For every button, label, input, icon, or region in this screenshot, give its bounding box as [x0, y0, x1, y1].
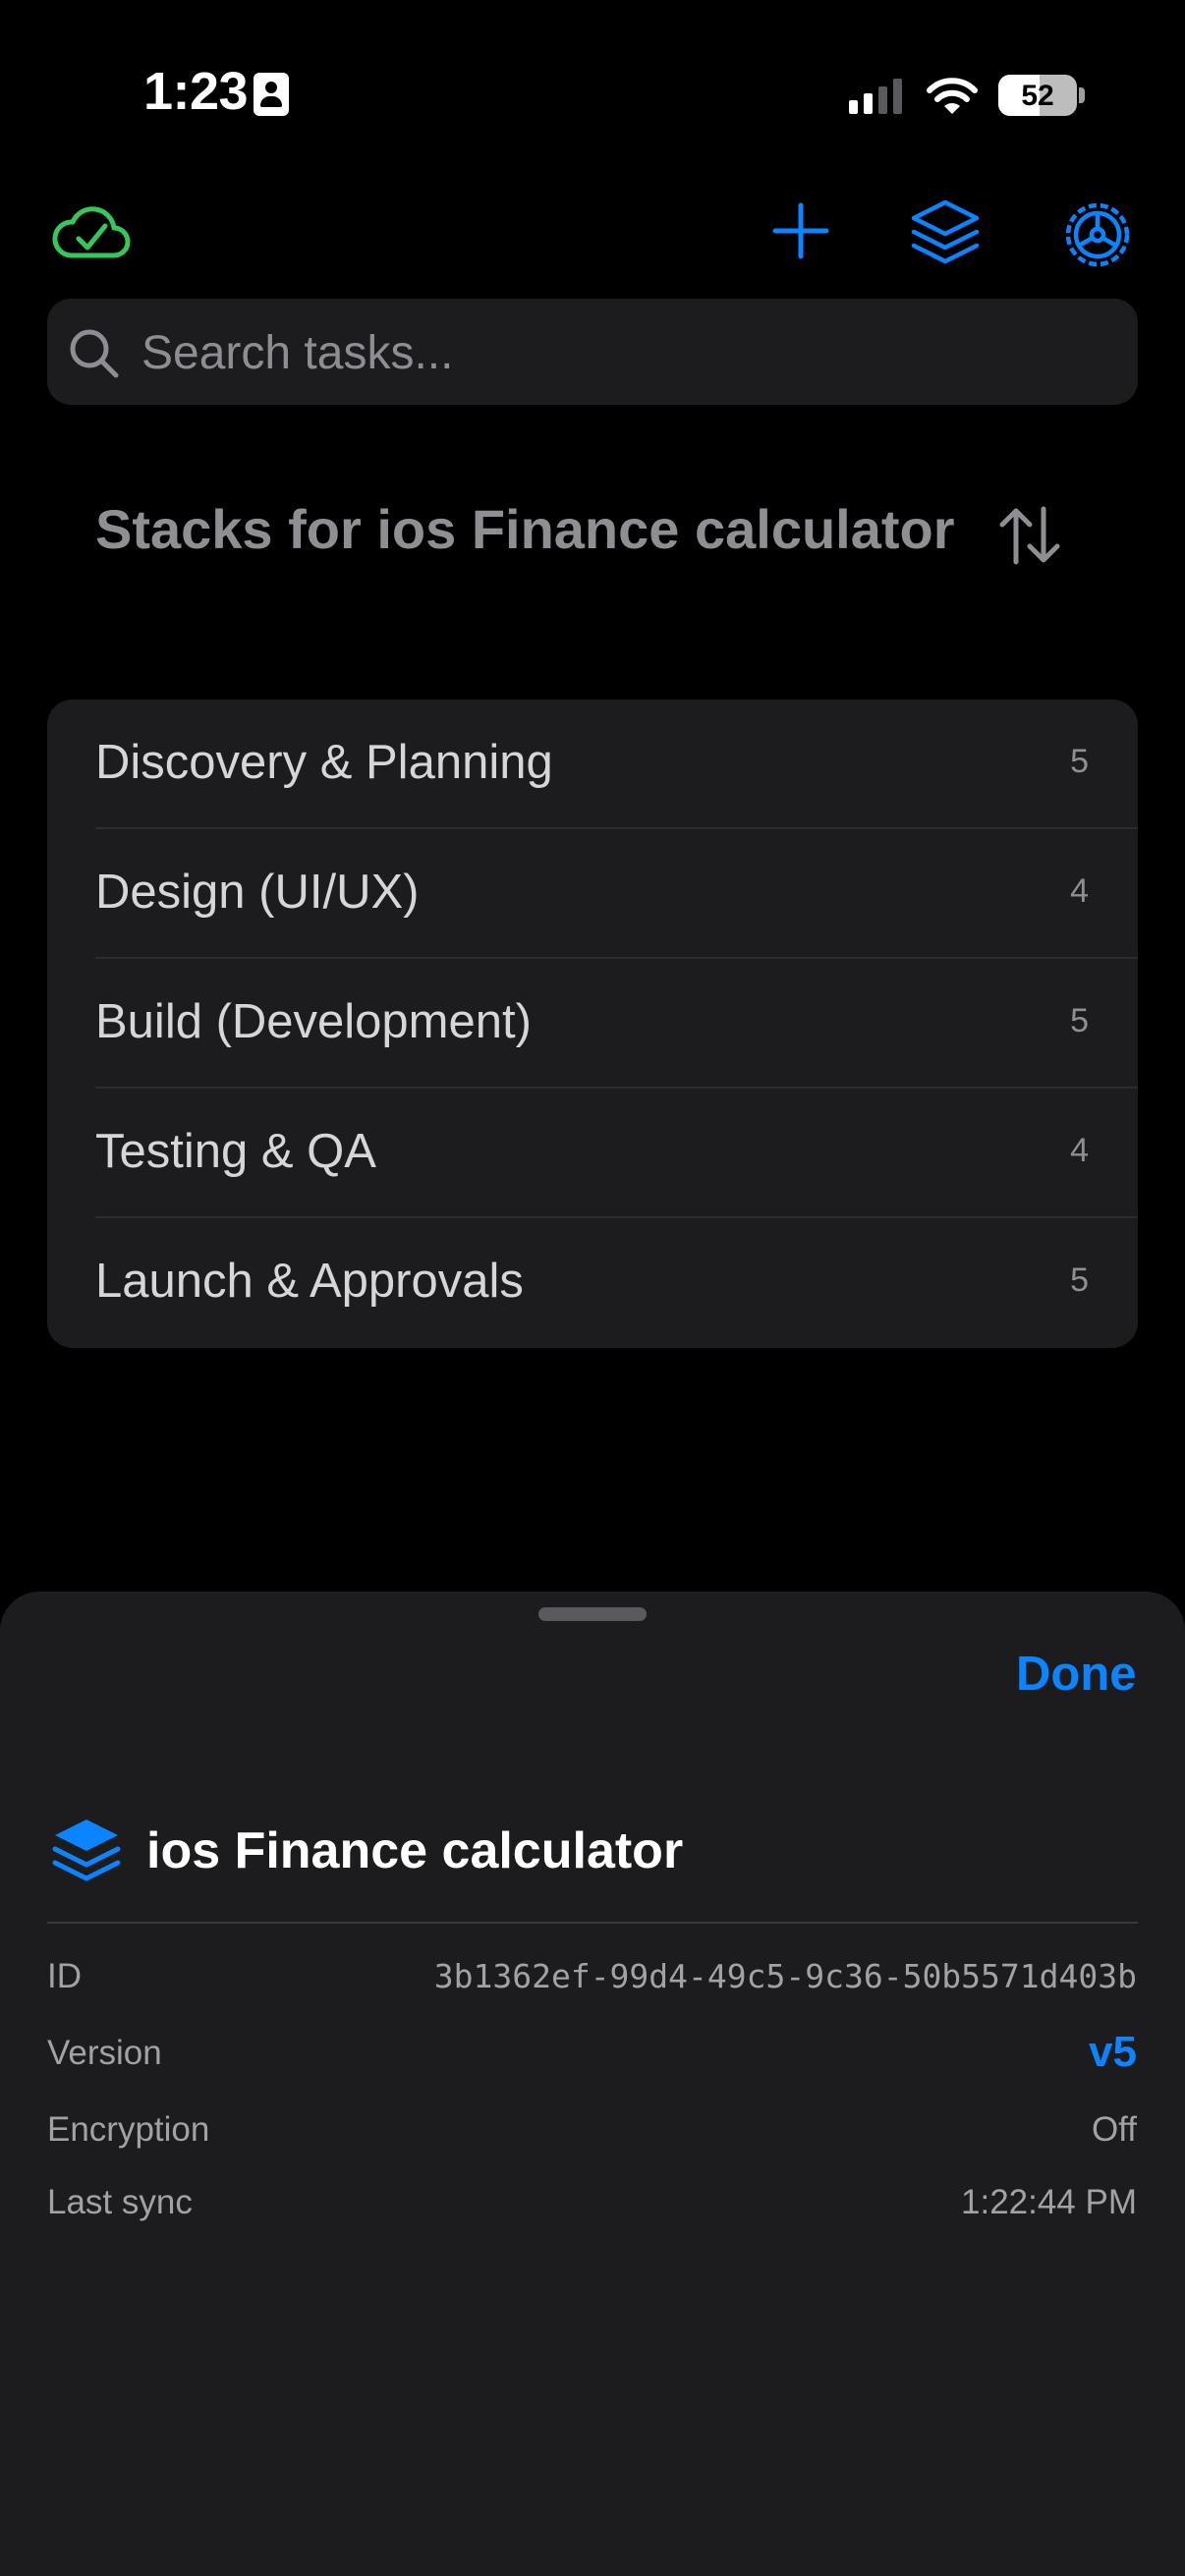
sheet-grabber[interactable] — [538, 1607, 647, 1621]
battery-level: 52 — [1021, 80, 1054, 112]
contact-card-icon — [254, 73, 289, 116]
stack-layers-icon[interactable] — [908, 196, 983, 271]
search-input[interactable] — [140, 299, 1106, 407]
stack-row[interactable]: Discovery & Planning 5 — [47, 700, 1138, 829]
gear-icon[interactable] — [1061, 198, 1134, 271]
stack-label: Build (Development) — [95, 995, 532, 1048]
encryption-value: Off — [1091, 2110, 1137, 2149]
project-name: ios Finance calculator — [146, 1822, 684, 1879]
search-field[interactable] — [47, 299, 1138, 407]
stack-count: 4 — [1070, 872, 1089, 910]
id-label: ID — [47, 1957, 82, 1995]
last-sync-value: 1:22:44 PM — [961, 2183, 1137, 2221]
stacks-list: Discovery & Planning 5 Design (UI/UX) 4 … — [47, 700, 1138, 1348]
last-sync-label: Last sync — [47, 2183, 193, 2221]
stack-row[interactable]: Testing & QA 4 — [47, 1089, 1138, 1218]
version-value[interactable]: v5 — [1089, 2028, 1137, 2077]
stack-count: 5 — [1070, 1261, 1089, 1299]
sheet-divider — [47, 1922, 1138, 1924]
version-label: Version — [47, 2034, 162, 2072]
battery-icon: 52 — [998, 75, 1077, 116]
encryption-label: Encryption — [47, 2110, 210, 2149]
stack-label: Design (UI/UX) — [95, 866, 420, 919]
stack-count: 5 — [1070, 743, 1089, 780]
stack-count: 4 — [1070, 1132, 1089, 1169]
cellular-signal-icon — [849, 79, 908, 114]
sort-arrows-icon[interactable] — [998, 505, 1061, 566]
id-value: 3b1362ef-99d4-49c5-9c36-50b5571d403b — [433, 1957, 1137, 1995]
status-time: 1:23 — [143, 62, 249, 121]
stack-count: 5 — [1070, 1002, 1089, 1039]
cloud-check-icon[interactable] — [51, 202, 132, 261]
search-icon — [70, 329, 119, 378]
battery-cap — [1079, 87, 1085, 103]
page-title: Stacks for ios Finance calculator — [95, 498, 955, 560]
stack-label: Testing & QA — [95, 1125, 376, 1178]
project-info-sheet — [0, 1592, 1185, 2576]
stack-row[interactable]: Build (Development) 5 — [47, 959, 1138, 1089]
plus-icon[interactable] — [772, 202, 829, 259]
project-stack-icon — [52, 1820, 121, 1881]
stack-row[interactable]: Design (UI/UX) 4 — [47, 829, 1138, 959]
stack-label: Launch & Approvals — [95, 1255, 524, 1308]
done-button[interactable]: Done — [1016, 1647, 1137, 1702]
wifi-icon — [927, 78, 978, 114]
stack-label: Discovery & Planning — [95, 736, 553, 789]
stack-row[interactable]: Launch & Approvals 5 — [47, 1218, 1138, 1348]
